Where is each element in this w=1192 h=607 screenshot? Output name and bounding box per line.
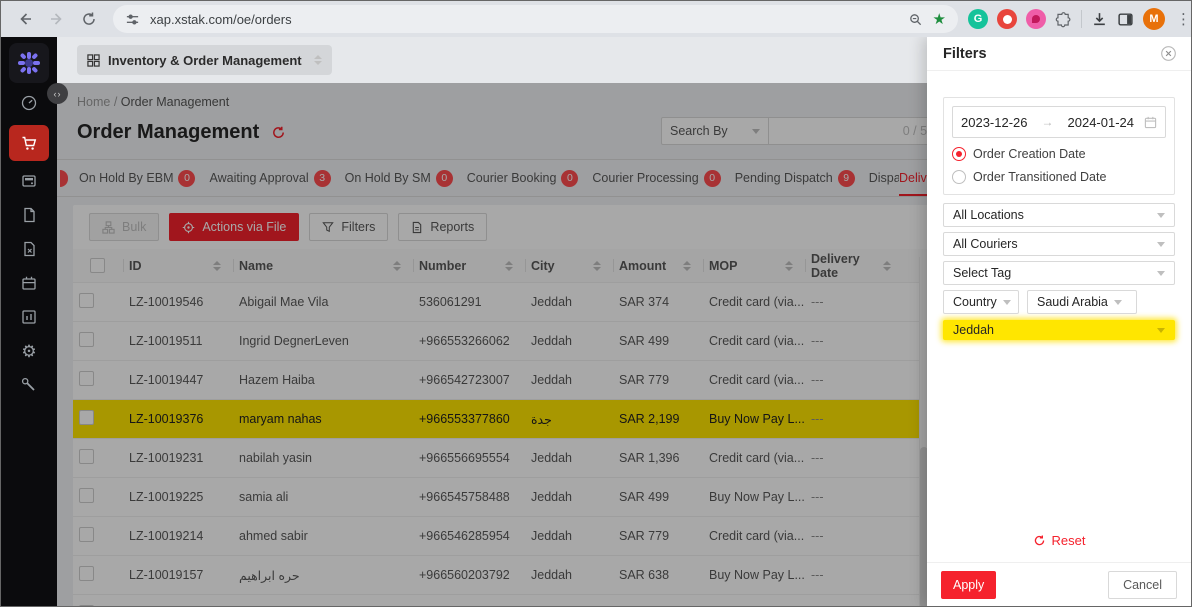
- radio-unselected-icon: [952, 170, 966, 184]
- red-extension-icon[interactable]: [997, 9, 1017, 29]
- toolbar-divider: [1081, 10, 1082, 28]
- chevron-down-icon: [1157, 328, 1165, 333]
- date-range-input[interactable]: 2023-12-26 → 2024-01-24: [952, 106, 1166, 138]
- radio-selected-icon: [952, 147, 966, 161]
- sidebar-item-pos[interactable]: [11, 167, 47, 195]
- chevron-updown-icon: [314, 55, 322, 65]
- browser-toolbar: xap.xstak.com/oe/orders ★ G M ⋮: [1, 1, 1191, 37]
- page: ⚙ ‹› Inventory & Order Management Home /…: [1, 37, 1191, 606]
- cancel-button[interactable]: Cancel: [1108, 571, 1177, 599]
- filters-drawer: Filters 2023-12-26 → 2024-01-24 Order Cr…: [927, 37, 1191, 606]
- browser-menu-icon[interactable]: ⋮: [1174, 10, 1192, 28]
- chevron-down-icon: [1157, 271, 1165, 276]
- grammarly-extension-icon[interactable]: G: [968, 9, 988, 29]
- side-panel-icon[interactable]: [1117, 11, 1134, 28]
- zoom-icon[interactable]: [908, 12, 923, 27]
- sidebar: ⚙: [1, 37, 57, 606]
- module-switcher-label: Inventory & Order Management: [108, 53, 302, 68]
- app-logo-icon[interactable]: [9, 43, 49, 83]
- chevron-down-icon: [1114, 300, 1122, 305]
- profile-avatar[interactable]: M: [1143, 8, 1165, 30]
- chevron-down-icon: [1157, 213, 1165, 218]
- forward-icon[interactable]: [43, 5, 71, 33]
- date-arrow-icon: →: [1042, 115, 1054, 129]
- calendar-icon: [1144, 116, 1157, 129]
- drawer-overlay-mask[interactable]: [57, 83, 927, 606]
- sidebar-item-documents[interactable]: [11, 201, 47, 229]
- url-text[interactable]: xap.xstak.com/oe/orders: [150, 12, 908, 27]
- bookmark-star-icon[interactable]: ★: [933, 12, 946, 27]
- radio-order-creation-date[interactable]: Order Creation Date: [952, 147, 1166, 161]
- module-switcher[interactable]: Inventory & Order Management: [77, 45, 332, 75]
- radio-order-transitioned-date[interactable]: Order Transitioned Date: [952, 170, 1166, 184]
- reload-icon[interactable]: [75, 5, 103, 33]
- sidebar-item-returns[interactable]: [11, 235, 47, 263]
- sidebar-item-reports[interactable]: [11, 303, 47, 331]
- pink-extension-icon[interactable]: [1026, 9, 1046, 29]
- gear-icon: ⚙: [21, 343, 36, 360]
- country-value-select[interactable]: Saudi Arabia: [1027, 290, 1137, 314]
- country-type-select[interactable]: Country: [943, 290, 1019, 314]
- downloads-icon[interactable]: [1091, 11, 1108, 28]
- sidebar-item-tools[interactable]: [11, 371, 47, 399]
- filters-title: Filters: [943, 46, 987, 62]
- locations-select[interactable]: All Locations: [943, 203, 1175, 227]
- reset-icon: [1033, 534, 1046, 547]
- city-select[interactable]: Jeddah: [943, 320, 1175, 340]
- date-to[interactable]: 2024-01-24: [1068, 115, 1135, 130]
- sidebar-item-settings[interactable]: ⚙: [11, 337, 47, 365]
- grid-icon: [87, 54, 100, 67]
- chevron-down-icon: [1003, 300, 1011, 305]
- back-icon[interactable]: [11, 5, 39, 33]
- address-bar[interactable]: xap.xstak.com/oe/orders ★: [113, 5, 958, 33]
- sidebar-item-dashboard[interactable]: [11, 89, 47, 117]
- date-from[interactable]: 2023-12-26: [961, 115, 1028, 130]
- reset-button[interactable]: Reset: [927, 533, 1191, 548]
- tag-select[interactable]: Select Tag: [943, 261, 1175, 285]
- site-settings-icon[interactable]: [125, 12, 140, 27]
- couriers-select[interactable]: All Couriers: [943, 232, 1175, 256]
- sidebar-item-orders[interactable]: [9, 125, 49, 161]
- date-filter-group: 2023-12-26 → 2024-01-24 Order Creation D…: [943, 97, 1175, 195]
- close-icon[interactable]: [1160, 45, 1177, 62]
- sidebar-item-inventory[interactable]: [11, 269, 47, 297]
- apply-button[interactable]: Apply: [941, 571, 996, 599]
- extensions-puzzle-icon[interactable]: [1055, 11, 1072, 28]
- chevron-down-icon: [1157, 242, 1165, 247]
- sidebar-collapse-icon[interactable]: ‹›: [47, 83, 68, 104]
- extensions-area: G M ⋮: [968, 8, 1192, 30]
- browser-window: xap.xstak.com/oe/orders ★ G M ⋮: [0, 0, 1192, 607]
